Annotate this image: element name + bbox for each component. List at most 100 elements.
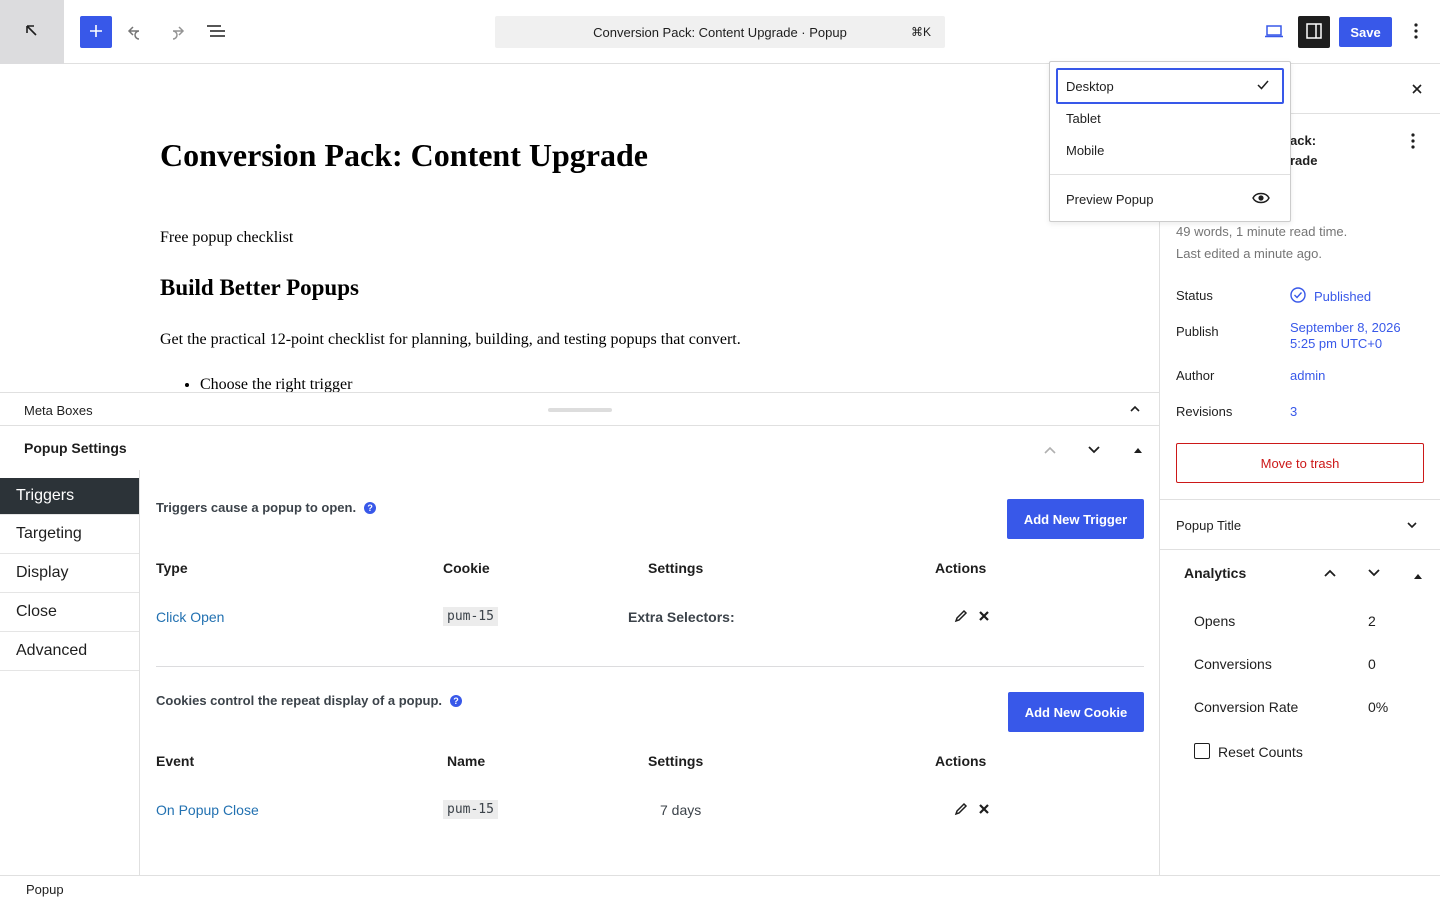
word-count: 49 words, 1 minute read time.: [1176, 224, 1348, 239]
move-up-button[interactable]: [1323, 566, 1337, 583]
list-view-icon: [206, 23, 226, 42]
conversions-label: Conversions: [1194, 656, 1272, 672]
cookie-event-link[interactable]: On Popup Close: [156, 802, 259, 818]
move-to-trash-button[interactable]: Move to trash: [1176, 443, 1424, 483]
device-preview-button[interactable]: [1258, 16, 1290, 48]
section-divider: [156, 666, 1144, 667]
chevron-down-icon: [1406, 519, 1418, 534]
kebab-icon: [1414, 22, 1418, 42]
trigger-type-link[interactable]: Click Open: [156, 609, 224, 625]
delete-x-icon[interactable]: [978, 803, 990, 818]
arrow-up-left-icon: [24, 23, 40, 42]
editor-toolbar: Conversion Pack: Content Upgrade · Popup…: [0, 0, 1440, 64]
column-header-event: Event: [156, 753, 195, 769]
analytics-panel: Analytics Opens 2 Conversions 0 Conversi…: [1160, 549, 1440, 875]
settings-sidebar-toggle[interactable]: [1298, 16, 1330, 48]
edit-pencil-icon[interactable]: [954, 609, 968, 626]
tab-triggers[interactable]: Triggers: [0, 478, 139, 515]
conversions-value: 0: [1368, 656, 1376, 672]
column-header-settings: Settings: [648, 753, 704, 769]
breadcrumb[interactable]: Popup: [26, 882, 64, 897]
author-button[interactable]: admin: [1290, 368, 1325, 384]
move-down-button[interactable]: [1367, 566, 1381, 583]
menu-item-preview-popup[interactable]: Preview Popup: [1058, 183, 1284, 215]
editor-canvas: Conversion Pack: Content Upgrade Free po…: [0, 65, 1159, 392]
move-down-button[interactable]: [1082, 438, 1106, 462]
menu-item-desktop[interactable]: Desktop: [1056, 68, 1284, 104]
cookie-name-code: pum-15: [443, 800, 498, 819]
resize-handle[interactable]: [548, 408, 612, 412]
help-icon[interactable]: ?: [450, 694, 463, 707]
sidebar-post-title: ack: rade: [1290, 131, 1317, 171]
block-breadcrumb-bar: Popup: [0, 875, 1440, 900]
status-value: Published: [1314, 289, 1372, 304]
publish-time: 5:25 pm UTC+0: [1290, 336, 1383, 351]
collapse-panel-button[interactable]: [1126, 438, 1150, 462]
add-new-trigger-button[interactable]: Add New Trigger: [1007, 499, 1144, 539]
meta-boxes-bar[interactable]: Meta Boxes: [0, 392, 1159, 426]
heading-block[interactable]: Build Better Popups: [160, 275, 359, 301]
tab-display[interactable]: Display: [0, 554, 139, 593]
paragraph-block[interactable]: Free popup checklist: [160, 229, 293, 247]
publish-date-button[interactable]: September 8, 2026 5:25 pm UTC+0: [1290, 320, 1401, 352]
paragraph-block[interactable]: Get the practical 12-point checklist for…: [160, 331, 741, 349]
shortcut-hint: ⌘K: [910, 25, 931, 39]
sidebar-title-line: ack:: [1290, 133, 1317, 148]
help-icon[interactable]: ?: [364, 501, 377, 514]
reset-counts-checkbox[interactable]: [1194, 743, 1210, 759]
column-header-actions: Actions: [935, 753, 987, 769]
status-button[interactable]: Published: [1290, 287, 1371, 307]
triggers-description: Triggers cause a popup to open. ?: [156, 500, 377, 515]
menu-item-mobile[interactable]: Mobile: [1058, 134, 1284, 166]
add-new-cookie-button[interactable]: Add New Cookie: [1008, 692, 1144, 732]
publish-label: Publish: [1176, 324, 1219, 339]
opens-label: Opens: [1194, 613, 1236, 629]
status-label: Status: [1176, 288, 1213, 303]
tab-close[interactable]: Close: [0, 593, 139, 632]
sidebar-title-line: rade: [1290, 153, 1318, 168]
cookies-description: Cookies control the repeat display of a …: [156, 693, 463, 708]
revisions-label: Revisions: [1176, 404, 1233, 419]
add-block-button[interactable]: [80, 16, 112, 48]
trigger-settings: Extra Selectors:: [628, 609, 735, 625]
save-button[interactable]: Save: [1339, 17, 1392, 47]
sidebar-icon: [1305, 22, 1323, 43]
published-check-icon: [1290, 287, 1306, 307]
options-menu-button[interactable]: [1400, 16, 1432, 48]
command-palette-bar[interactable]: Conversion Pack: Content Upgrade · Popup…: [495, 16, 945, 48]
opens-value: 2: [1368, 613, 1376, 629]
undo-button[interactable]: [120, 16, 152, 48]
collapse-panel-button[interactable]: [1413, 568, 1423, 583]
menu-separator: [1050, 174, 1290, 175]
revisions-link[interactable]: 3: [1290, 404, 1297, 420]
close-icon[interactable]: [1405, 77, 1429, 101]
laptop-icon: [1264, 23, 1284, 42]
document-overview-button[interactable]: [200, 16, 232, 48]
back-to-site-button[interactable]: [0, 0, 64, 64]
post-title[interactable]: Conversion Pack: Content Upgrade: [160, 137, 648, 174]
move-up-button[interactable]: [1038, 438, 1062, 462]
popup-settings-tabs: Triggers Targeting Display Close Advance…: [0, 470, 140, 875]
popup-title-panel[interactable]: Popup Title: [1160, 499, 1440, 549]
cookies-description-text: Cookies control the repeat display of a …: [156, 693, 443, 708]
tab-advanced[interactable]: Advanced: [0, 632, 139, 671]
edit-pencil-icon[interactable]: [954, 802, 968, 819]
chevron-up-icon[interactable]: [1128, 402, 1142, 419]
column-header-name: Name: [447, 753, 486, 769]
menu-item-tablet[interactable]: Tablet: [1058, 102, 1284, 134]
post-actions-kebab-icon[interactable]: [1401, 129, 1425, 153]
conversion-rate-label: Conversion Rate: [1194, 699, 1299, 715]
tab-targeting[interactable]: Targeting: [0, 515, 139, 554]
document-title: Conversion Pack: Content Upgrade · Popup: [593, 24, 847, 40]
triggers-panel: Triggers cause a popup to open. ? Add Ne…: [156, 470, 1144, 875]
delete-x-icon[interactable]: [978, 610, 990, 625]
triggers-description-text: Triggers cause a popup to open.: [156, 500, 357, 515]
reset-counts-label[interactable]: Reset Counts: [1218, 744, 1303, 760]
popup-settings-header: Popup Settings: [0, 426, 1159, 470]
trigger-actions: [954, 609, 990, 626]
list-block[interactable]: Choose the right trigger: [200, 376, 352, 392]
redo-button[interactable]: [160, 16, 192, 48]
plus-icon: [88, 23, 104, 42]
eye-icon: [1252, 191, 1270, 208]
column-header-cookie: Cookie: [443, 560, 490, 576]
